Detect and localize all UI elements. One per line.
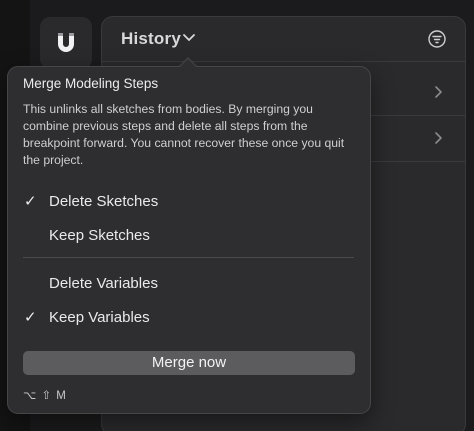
popover-title: Merge Modeling Steps <box>23 76 159 91</box>
chevron-right-icon <box>435 132 442 144</box>
option-label: Keep Sketches <box>49 227 150 244</box>
option-keep-variables[interactable]: ✓ Keep Variables <box>8 304 370 334</box>
checkmark-icon: ✓ <box>24 193 37 210</box>
option-delete-sketches[interactable]: ✓ Delete Sketches <box>8 188 370 218</box>
option-label: Keep Variables <box>49 309 150 326</box>
merge-now-button[interactable]: Merge now <box>23 351 355 375</box>
option-label: Delete Sketches <box>49 193 159 210</box>
magnet-icon <box>58 33 74 52</box>
option-label: Delete Variables <box>49 275 158 292</box>
option-keep-sketches[interactable]: Keep Sketches <box>8 222 370 252</box>
keyboard-shortcut: ⌥ ⇧ M <box>23 390 67 402</box>
filter-icon[interactable] <box>427 29 447 49</box>
menu-divider <box>23 257 354 258</box>
checkmark-icon: ✓ <box>24 309 37 326</box>
popover-arrow-fill <box>179 58 197 68</box>
chevron-right-icon <box>435 86 442 98</box>
option-delete-variables[interactable]: Delete Variables <box>8 270 370 300</box>
chevron-down-icon[interactable] <box>182 32 196 44</box>
history-title[interactable]: History <box>121 29 181 49</box>
merge-popover: Merge Modeling Steps This unlinks all sk… <box>7 66 371 414</box>
app-window: History Merge Modeling Steps This unlink… <box>0 0 474 431</box>
popover-description: This unlinks all sketches from bodies. B… <box>23 102 345 167</box>
history-header: History <box>102 17 465 62</box>
magnet-tool-button[interactable] <box>40 17 92 69</box>
